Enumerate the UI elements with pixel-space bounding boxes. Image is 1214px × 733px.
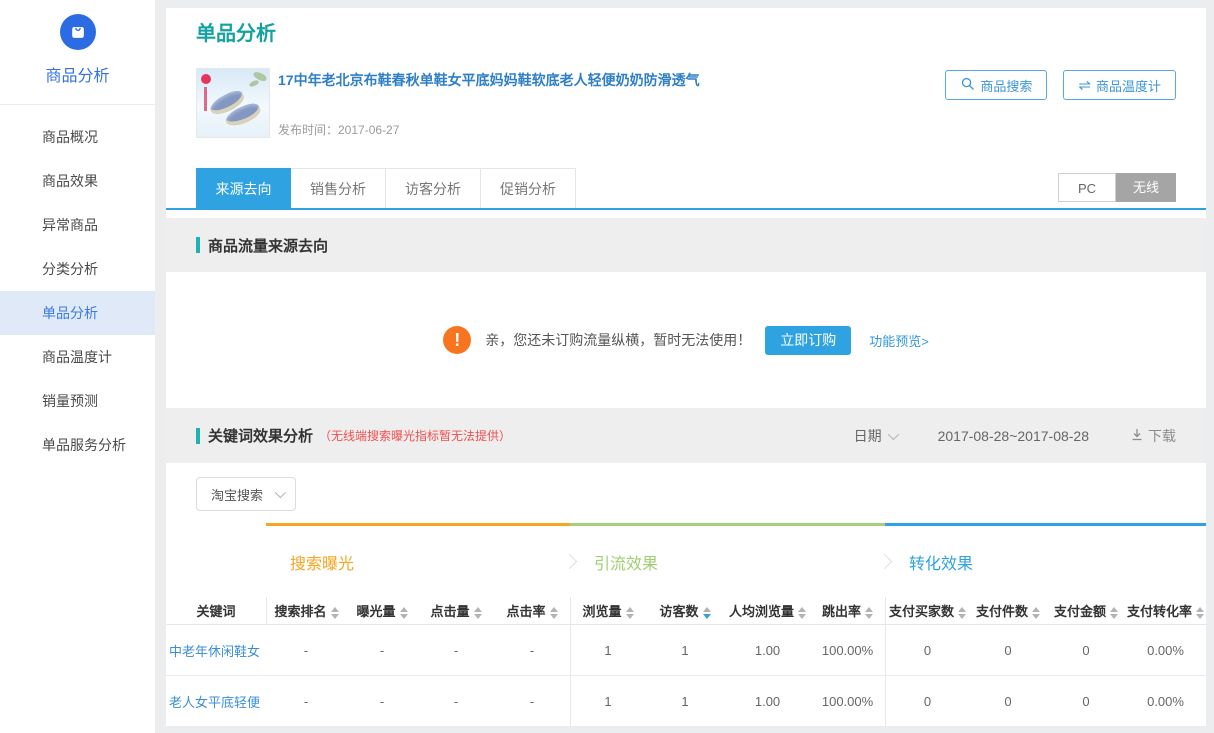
feature-preview-link[interactable]: 功能预览> bbox=[869, 331, 929, 350]
col-visitors: 访客数 bbox=[645, 597, 725, 625]
sidebar-item-effect[interactable]: 商品效果 bbox=[0, 159, 155, 203]
product-header: 17中年老北京布鞋春秋单鞋女平底妈妈鞋软底老人轻便奶奶防滑透气 发布时间：201… bbox=[166, 68, 1206, 138]
sidebar: 商品分析 商品概况 商品效果 异常商品 分类分析 单品分析 商品温度计 销量预测… bbox=[0, 0, 155, 733]
page-title: 单品分析 bbox=[196, 22, 1176, 46]
notice-text: 亲，您还未订购流量纵横，暂时无法使用！ bbox=[485, 330, 751, 350]
shopping-bag-icon bbox=[60, 14, 96, 50]
search-channel-select[interactable]: 淘宝搜索 bbox=[196, 477, 296, 511]
product-image bbox=[196, 68, 270, 138]
column-group-row: 搜索曝光 引流效果 转化效果 bbox=[166, 523, 1206, 597]
chevron-down-icon bbox=[275, 487, 286, 498]
sort-icon[interactable] bbox=[1196, 607, 1204, 619]
product-thermometer-label: 商品温度计 bbox=[1096, 76, 1161, 95]
tab-source-destination[interactable]: 来源去向 bbox=[196, 168, 291, 208]
product-thermometer-button[interactable]: ⇌ 商品温度计 bbox=[1063, 70, 1176, 100]
toggle-wireless[interactable]: 无线 bbox=[1116, 173, 1176, 202]
col-bounce-rate: 跳出率 bbox=[810, 597, 885, 625]
keyword-section-note: （无线端搜索曝光指标暂无法提供） bbox=[319, 427, 511, 444]
image-badge-dot bbox=[201, 74, 211, 84]
search-channel-value: 淘宝搜索 bbox=[211, 485, 263, 504]
col-ctr: 点击率 bbox=[494, 597, 570, 625]
sidebar-item-service[interactable]: 单品服务分析 bbox=[0, 423, 155, 467]
sidebar-item-category[interactable]: 分类分析 bbox=[0, 247, 155, 291]
download-icon bbox=[1131, 428, 1143, 444]
section-accent-bar bbox=[196, 428, 200, 444]
table-row: 老人女平底轻便 - - - - 1 1 1.00 100.00% 0 0 0 0… bbox=[166, 676, 1206, 727]
product-title-link[interactable]: 17中年老北京布鞋春秋单鞋女平底妈妈鞋软底老人轻便奶奶防滑透气 bbox=[278, 70, 700, 90]
sort-icon[interactable] bbox=[865, 607, 873, 619]
col-search-rank: 搜索排名 bbox=[266, 597, 346, 625]
sort-icon[interactable] bbox=[798, 607, 806, 619]
keyword-link[interactable]: 中老年休闲鞋女 bbox=[166, 625, 266, 676]
sidebar-header: 商品分析 bbox=[0, 0, 155, 105]
keyword-section-header: 关键词效果分析 （无线端搜索曝光指标暂无法提供） 日期 2017-08-28~2… bbox=[166, 408, 1206, 463]
group-conversion-effect: 转化效果 bbox=[885, 523, 1206, 597]
tab-bar: 来源去向 销售分析 访客分析 促销分析 PC 无线 bbox=[166, 168, 1206, 208]
subscription-notice: ! 亲，您还未订购流量纵横，暂时无法使用！ 立即订购 功能预览> bbox=[166, 272, 1206, 408]
order-now-button[interactable]: 立即订购 bbox=[765, 326, 851, 355]
sidebar-item-thermometer[interactable]: 商品温度计 bbox=[0, 335, 155, 379]
col-pay-conversion: 支付转化率 bbox=[1125, 597, 1206, 625]
compare-arrows-icon: ⇌ bbox=[1078, 78, 1091, 93]
sidebar-menu: 商品概况 商品效果 异常商品 分类分析 单品分析 商品温度计 销量预测 单品服务… bbox=[0, 115, 155, 467]
group-spacer bbox=[166, 523, 266, 597]
download-link[interactable]: 下载 bbox=[1131, 426, 1176, 446]
col-clicks: 点击量 bbox=[418, 597, 494, 625]
sidebar-title: 商品分析 bbox=[0, 62, 155, 105]
tab-sales-analysis[interactable]: 销售分析 bbox=[291, 168, 386, 208]
sidebar-item-single-item[interactable]: 单品分析 bbox=[0, 291, 155, 335]
sort-icon[interactable] bbox=[550, 607, 558, 619]
group-traffic-effect: 引流效果 bbox=[570, 523, 885, 597]
product-search-button[interactable]: 商品搜索 bbox=[945, 70, 1047, 100]
sort-icon[interactable] bbox=[958, 607, 966, 619]
image-leaf-decoration bbox=[248, 79, 259, 87]
date-label: 日期 bbox=[854, 426, 882, 446]
flow-section-title: 商品流量来源去向 bbox=[208, 235, 328, 256]
section-accent-bar bbox=[196, 237, 200, 253]
col-pay-items: 支付件数 bbox=[969, 597, 1047, 625]
tab-promotion-analysis[interactable]: 促销分析 bbox=[481, 168, 576, 208]
sidebar-item-abnormal[interactable]: 异常商品 bbox=[0, 203, 155, 247]
sort-icon[interactable] bbox=[474, 607, 482, 619]
keyword-link[interactable]: 老人女平底轻便 bbox=[166, 676, 266, 727]
sort-icon[interactable] bbox=[626, 607, 634, 619]
toggle-pc[interactable]: PC bbox=[1058, 173, 1116, 202]
sidebar-item-overview[interactable]: 商品概况 bbox=[0, 115, 155, 159]
col-pageviews: 浏览量 bbox=[570, 597, 645, 625]
sort-icon[interactable] bbox=[400, 607, 408, 619]
main-panel: 单品分析 17中年老北京布鞋春秋单鞋女平底妈妈鞋软底老人轻便奶奶防滑透气 发布时… bbox=[166, 8, 1206, 727]
sort-icon[interactable] bbox=[331, 607, 339, 619]
col-exposure: 曝光量 bbox=[346, 597, 418, 625]
chevron-down-icon bbox=[887, 428, 898, 439]
product-search-label: 商品搜索 bbox=[980, 76, 1032, 95]
keyword-effect-table: 搜索曝光 引流效果 转化效果 关键词 搜索排名 曝光量 点击量 点击率 浏览量 … bbox=[166, 523, 1206, 727]
col-pay-buyers: 支付买家数 bbox=[885, 597, 969, 625]
sort-icon[interactable] bbox=[1110, 607, 1118, 619]
flow-section-header: 商品流量来源去向 bbox=[166, 218, 1206, 272]
warning-icon: ! bbox=[443, 326, 471, 354]
image-badge-strip bbox=[204, 87, 207, 111]
device-toggle: PC 无线 bbox=[1058, 173, 1176, 202]
sidebar-item-sales-forecast[interactable]: 销量预测 bbox=[0, 379, 155, 423]
download-label: 下载 bbox=[1148, 426, 1176, 446]
col-pay-amount: 支付金额 bbox=[1047, 597, 1125, 625]
date-dropdown[interactable]: 日期 bbox=[854, 426, 896, 446]
group-search-exposure: 搜索曝光 bbox=[266, 523, 570, 597]
keyword-section-title: 关键词效果分析 bbox=[208, 425, 313, 446]
table-row: 中老年休闲鞋女 - - - - 1 1 1.00 100.00% 0 0 0 0… bbox=[166, 625, 1206, 676]
tab-visitor-analysis[interactable]: 访客分析 bbox=[386, 168, 481, 208]
product-publish-time: 发布时间：2017-06-27 bbox=[278, 121, 700, 138]
search-icon bbox=[960, 76, 975, 94]
col-keyword: 关键词 bbox=[166, 597, 266, 625]
sort-icon-active[interactable] bbox=[703, 607, 711, 619]
date-range-value: 2017-08-28~2017-08-28 bbox=[938, 428, 1089, 444]
sort-icon[interactable] bbox=[1032, 607, 1040, 619]
col-avg-pageviews: 人均浏览量 bbox=[725, 597, 810, 625]
column-header-row: 关键词 搜索排名 曝光量 点击量 点击率 浏览量 访客数 人均浏览量 跳出率 支… bbox=[166, 597, 1206, 625]
